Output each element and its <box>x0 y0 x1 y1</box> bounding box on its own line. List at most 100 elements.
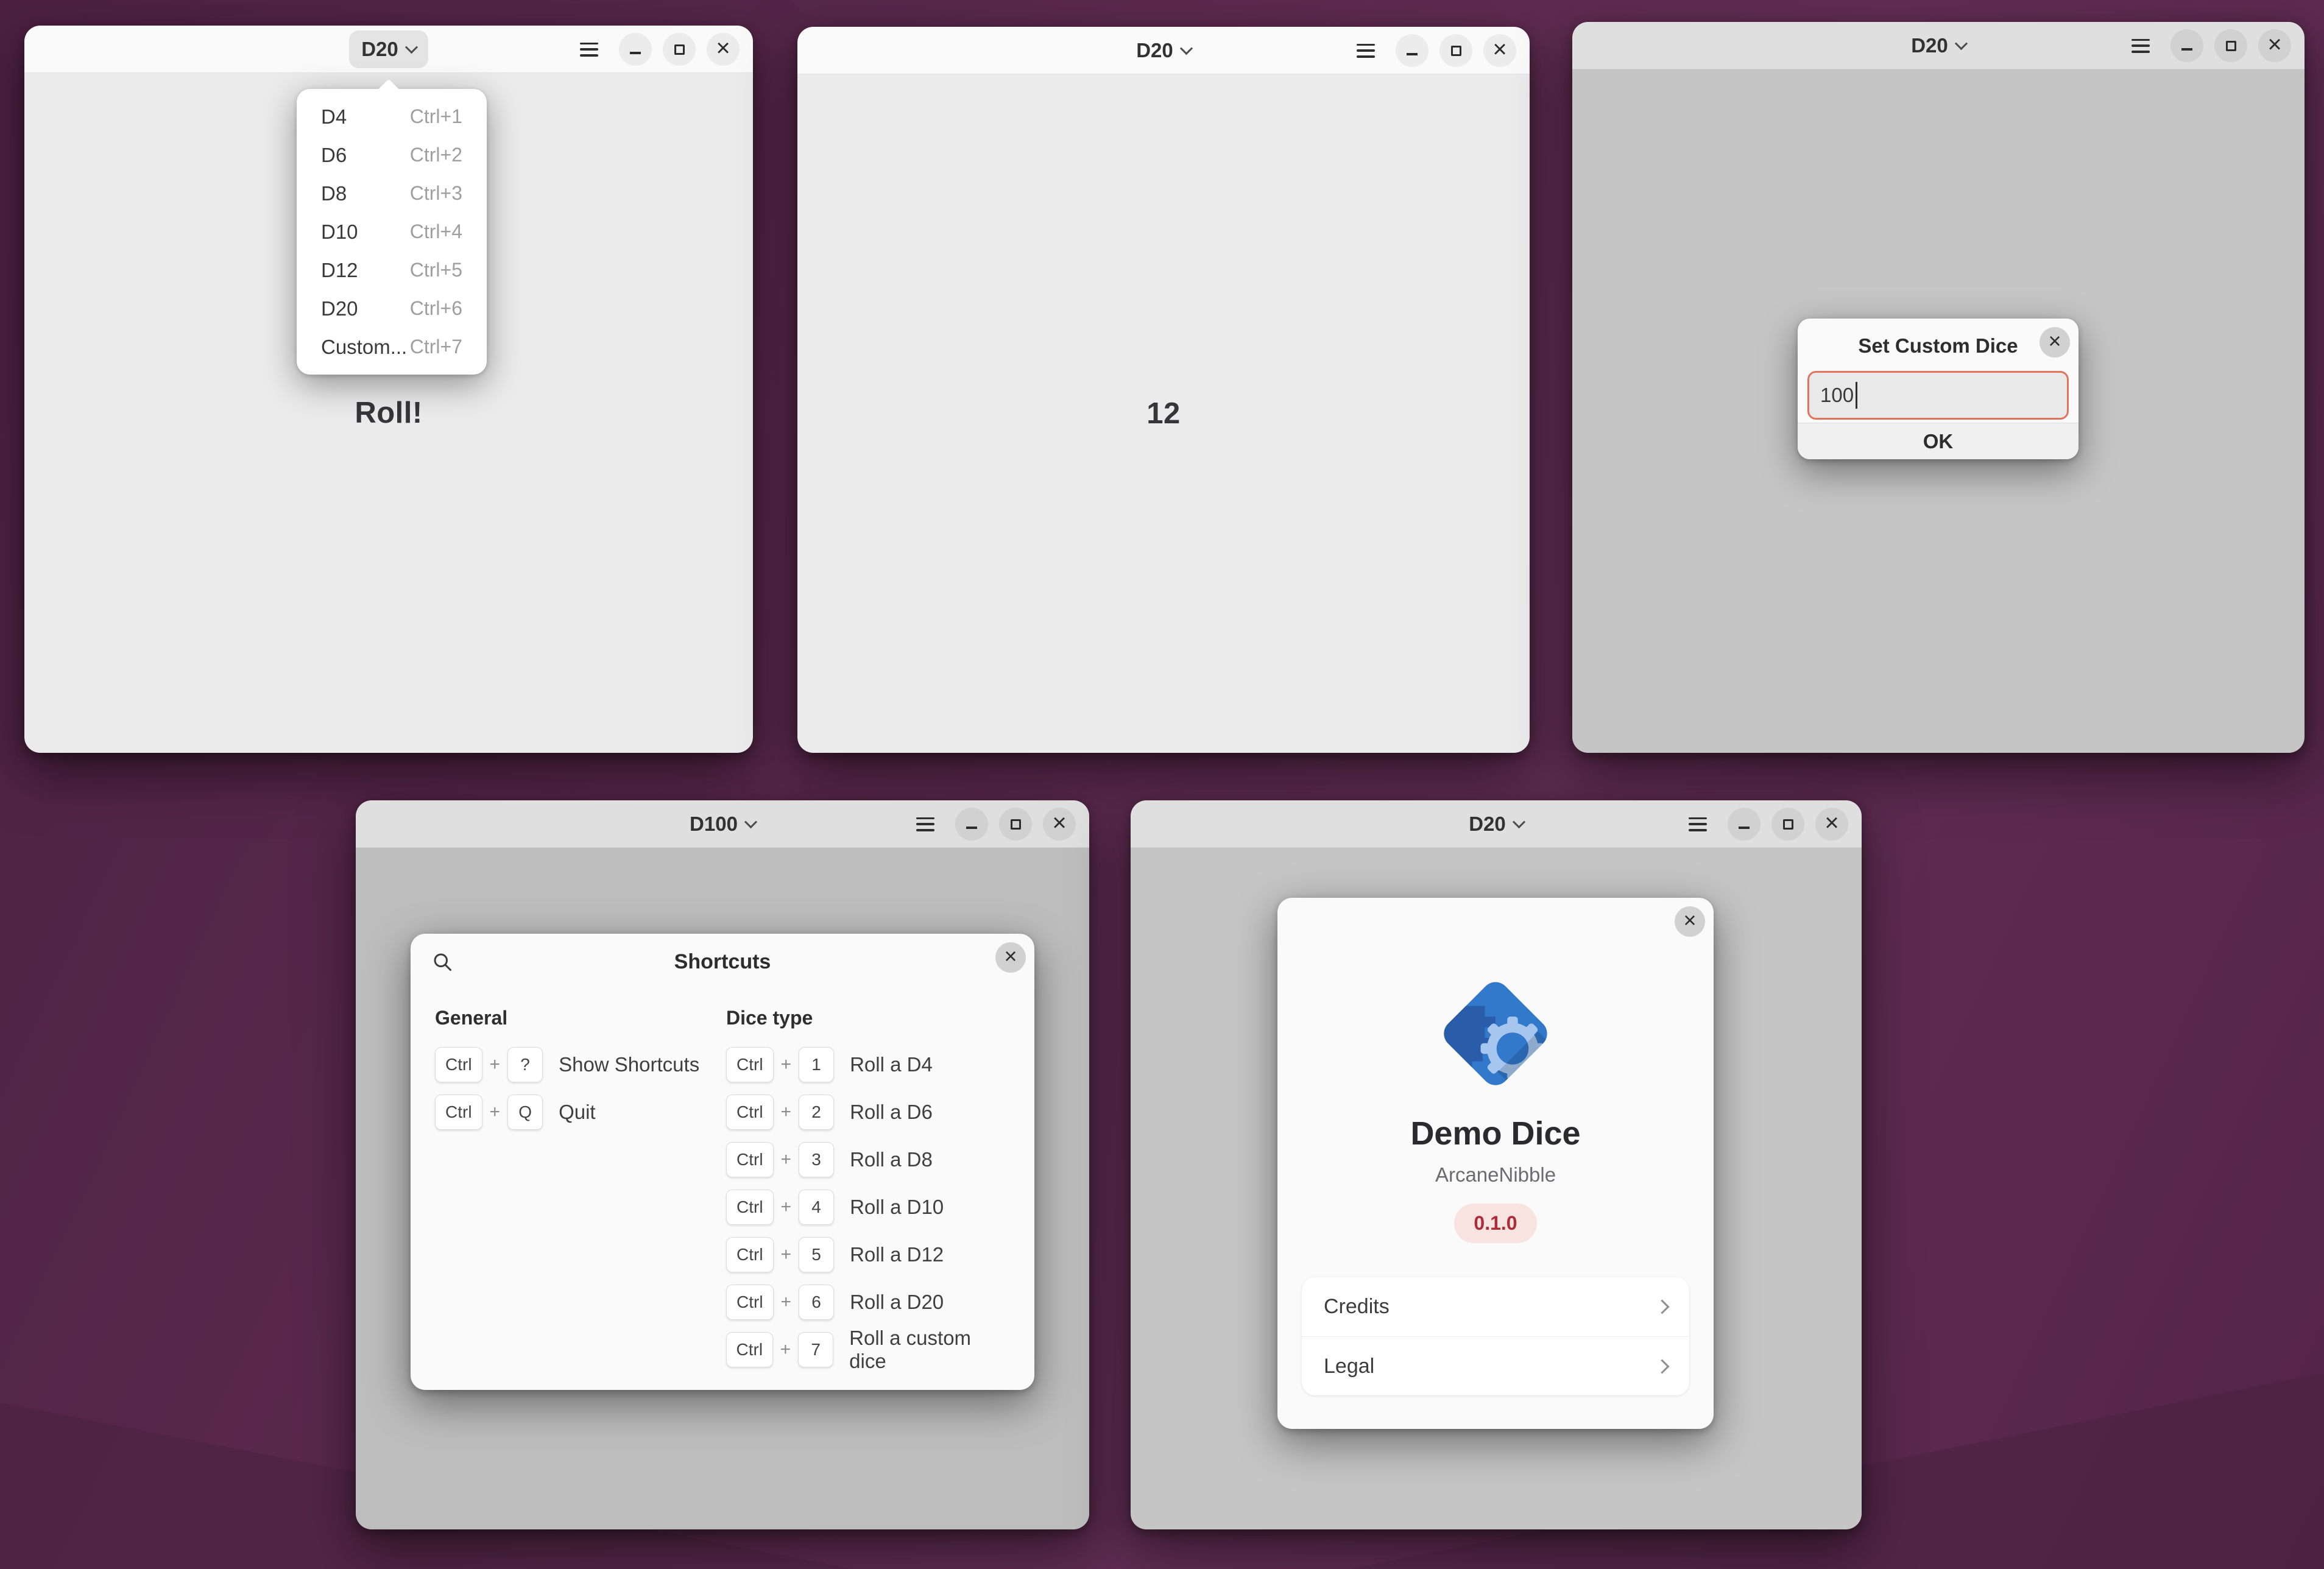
plus-sign: + <box>781 1054 792 1075</box>
maximize-button[interactable] <box>663 33 696 66</box>
dice-type-menu-button[interactable]: D100 <box>677 805 768 843</box>
shortcut-row: Ctrl + 6 Roll a D20 <box>726 1284 1010 1320</box>
close-button[interactable]: × <box>1043 808 1076 841</box>
menu-item-d6[interactable]: D6 Ctrl+2 <box>297 136 487 174</box>
section-heading-general: General <box>435 1007 726 1029</box>
close-icon: × <box>2267 32 2281 57</box>
roll-button[interactable]: Roll! <box>355 396 422 430</box>
search-icon[interactable] <box>431 951 453 976</box>
chevron-down-icon <box>1513 816 1525 828</box>
window-title: D20 <box>1911 34 1948 57</box>
chevron-down-icon <box>1180 42 1193 55</box>
dialog-title: Set Custom Dice <box>1798 319 2079 358</box>
minimize-button[interactable] <box>619 33 652 66</box>
keycap: 7 <box>798 1332 833 1367</box>
plus-sign: + <box>781 1102 792 1123</box>
main-menu-icon[interactable] <box>2132 39 2150 53</box>
plus-sign: + <box>490 1054 501 1075</box>
keycap-ctrl: Ctrl <box>726 1047 774 1082</box>
keycap: 6 <box>799 1285 834 1320</box>
shortcuts-header: Shortcuts × <box>411 934 1034 990</box>
custom-dice-input[interactable]: 100 <box>1807 371 2069 420</box>
menu-item-custom[interactable]: Custom... Ctrl+7 <box>297 328 487 366</box>
window-roll-result: D20 × 12 <box>797 27 1530 753</box>
app-icon <box>1432 970 1559 1098</box>
shortcut-row: Ctrl + 5 Roll a D12 <box>726 1236 1010 1273</box>
minimize-button[interactable] <box>2170 29 2203 62</box>
shortcut-row: Ctrl + 1 Roll a D4 <box>726 1046 1010 1083</box>
shortcut-row: Ctrl + 4 Roll a D10 <box>726 1189 1010 1225</box>
menu-item-d10[interactable]: D10 Ctrl+4 <box>297 213 487 251</box>
maximize-button[interactable] <box>1439 34 1472 67</box>
main-menu-icon[interactable] <box>580 43 598 57</box>
close-icon: × <box>1683 909 1696 931</box>
dice-type-menu-button[interactable]: D20 <box>1457 805 1536 843</box>
maximize-button[interactable] <box>2214 29 2247 62</box>
plus-sign: + <box>781 1244 792 1265</box>
close-button[interactable]: × <box>2258 29 2291 62</box>
shortcut-row: Ctrl + 2 Roll a D6 <box>726 1094 1010 1130</box>
keycap-ctrl: Ctrl <box>726 1332 773 1367</box>
maximize-icon <box>2226 41 2236 51</box>
plus-sign: + <box>781 1149 792 1170</box>
version-badge[interactable]: 0.1.0 <box>1454 1204 1536 1243</box>
titlebar: D20 × <box>1572 22 2305 69</box>
window-custom-dice: D20 × Set Custom Dice × 100 OK <box>1572 22 2305 753</box>
keycap: ? <box>507 1047 543 1082</box>
maximize-icon <box>1011 819 1021 830</box>
maximize-icon <box>674 44 685 55</box>
menu-item-d20[interactable]: D20 Ctrl+6 <box>297 289 487 328</box>
minimize-icon <box>966 827 977 829</box>
chevron-down-icon <box>1955 37 1968 50</box>
window-title: D100 <box>690 813 738 836</box>
ok-button[interactable]: OK <box>1798 423 2079 459</box>
minimize-button[interactable] <box>955 808 988 841</box>
main-menu-icon[interactable] <box>1357 44 1375 58</box>
close-button[interactable]: × <box>1483 34 1516 67</box>
plus-sign: + <box>781 1292 792 1313</box>
maximize-button[interactable] <box>1771 808 1804 841</box>
dialog-close-button[interactable]: × <box>2040 327 2070 358</box>
window-body: 12 <box>797 74 1530 753</box>
dice-type-menu: D4 Ctrl+1 D6 Ctrl+2 D8 Ctrl+3 D10 Ctrl+4… <box>297 89 487 375</box>
keycap-ctrl: Ctrl <box>435 1095 482 1130</box>
main-menu-icon[interactable] <box>916 817 934 831</box>
titlebar: D20 × <box>1131 800 1862 848</box>
about-close-button[interactable]: × <box>1675 906 1705 937</box>
dice-type-menu-button[interactable]: D20 <box>1899 27 1978 65</box>
shortcut-row: Ctrl + Q Quit <box>435 1094 726 1130</box>
close-button[interactable]: × <box>1815 808 1848 841</box>
legal-row[interactable]: Legal <box>1302 1336 1689 1395</box>
titlebar: D20 × <box>24 26 753 73</box>
close-button[interactable]: × <box>707 33 740 66</box>
dice-type-menu-button[interactable]: D20 <box>349 30 428 68</box>
plus-sign: + <box>780 1339 791 1360</box>
menu-item-d8[interactable]: D8 Ctrl+3 <box>297 174 487 213</box>
about-links-card: Credits Legal <box>1302 1277 1689 1395</box>
menu-item-d12[interactable]: D12 Ctrl+5 <box>297 251 487 289</box>
minimize-button[interactable] <box>1396 34 1429 67</box>
maximize-button[interactable] <box>999 808 1032 841</box>
minimize-icon <box>2181 48 2192 51</box>
close-icon: × <box>1052 811 1066 835</box>
dice-type-menu-button[interactable]: D20 <box>1124 32 1203 69</box>
close-icon: × <box>1824 811 1838 835</box>
plus-sign: + <box>490 1102 501 1123</box>
menu-item-d4[interactable]: D4 Ctrl+1 <box>297 97 487 136</box>
keycap-ctrl: Ctrl <box>726 1095 774 1130</box>
chevron-down-icon <box>405 41 418 54</box>
minimize-icon <box>1739 827 1750 829</box>
keycap: 4 <box>799 1190 834 1225</box>
minimize-button[interactable] <box>1728 808 1761 841</box>
window-title: D20 <box>1136 39 1173 62</box>
shortcuts-close-button[interactable]: × <box>995 942 1026 973</box>
titlebar: D100 × <box>356 800 1089 848</box>
window-title: D20 <box>361 38 398 61</box>
custom-dice-input-value: 100 <box>1820 384 1854 407</box>
main-menu-icon[interactable] <box>1689 817 1707 831</box>
window-title: D20 <box>1469 813 1506 836</box>
close-icon: × <box>1004 945 1017 967</box>
credits-row[interactable]: Credits <box>1302 1277 1689 1336</box>
roll-result-value: 12 <box>1146 397 1181 431</box>
text-cursor <box>1856 382 1857 409</box>
